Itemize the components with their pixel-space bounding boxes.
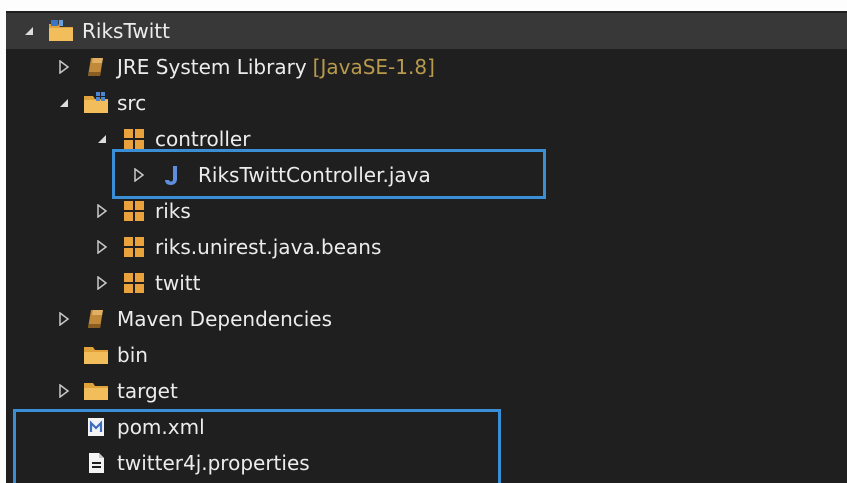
package-icon xyxy=(121,121,147,157)
expand-icon[interactable] xyxy=(130,157,148,193)
twitter4j-properties-label: twitter4j.properties xyxy=(117,451,310,475)
package-icon xyxy=(121,265,147,301)
bin-label: bin xyxy=(117,343,148,367)
jre-version-decoration: [JavaSE-1.8] xyxy=(312,55,435,79)
tree-row-twitt[interactable]: twitt xyxy=(6,265,847,301)
project-tree: RiksTwitt JRE System Library [JavaSE-1.8… xyxy=(6,11,847,483)
tree-row-maven-dependencies[interactable]: Maven Dependencies xyxy=(6,301,847,337)
java-file-icon xyxy=(158,157,184,193)
folder-icon xyxy=(83,373,109,409)
project-name: RiksTwitt xyxy=(82,19,170,43)
text-file-icon xyxy=(83,445,109,481)
tree-row-riks[interactable]: riks xyxy=(6,193,847,229)
controller-file-label: RiksTwittController.java xyxy=(198,163,431,187)
collapse-icon[interactable] xyxy=(20,13,38,49)
package-icon xyxy=(121,193,147,229)
tree-row-bin[interactable]: bin xyxy=(6,337,847,373)
expand-icon[interactable] xyxy=(55,49,73,85)
project-folder-icon xyxy=(48,13,74,49)
library-jar-icon xyxy=(83,301,109,337)
expand-icon[interactable] xyxy=(93,265,111,301)
tree-row-jre-library[interactable]: JRE System Library [JavaSE-1.8] xyxy=(6,49,847,85)
src-label: src xyxy=(117,91,147,115)
jre-library-label: JRE System Library xyxy=(117,55,307,79)
tree-row-pom-xml[interactable]: pom.xml xyxy=(6,409,847,445)
tree-row-target[interactable]: target xyxy=(6,373,847,409)
package-explorer: RiksTwitt JRE System Library [JavaSE-1.8… xyxy=(0,0,847,483)
tree-row-src[interactable]: src xyxy=(6,85,847,121)
beans-package-label: riks.unirest.java.beans xyxy=(155,235,382,259)
tree-row-riksTwitt[interactable]: RiksTwitt xyxy=(6,13,847,49)
expand-icon[interactable] xyxy=(55,373,73,409)
controller-label: controller xyxy=(155,127,251,151)
expand-icon[interactable] xyxy=(93,229,111,265)
tree-row-controller[interactable]: controller xyxy=(6,121,847,157)
source-folder-icon xyxy=(83,85,109,121)
twitt-label: twitt xyxy=(155,271,201,295)
folder-icon xyxy=(83,337,109,373)
tree-row-twitter4j-properties[interactable]: twitter4j.properties xyxy=(6,445,847,481)
pom-xml-label: pom.xml xyxy=(117,415,205,439)
riks-label: riks xyxy=(155,199,191,223)
expand-icon[interactable] xyxy=(93,193,111,229)
library-jar-icon xyxy=(83,49,109,85)
maven-file-icon xyxy=(83,409,109,445)
tree-row-riks-twitt-controller[interactable]: RiksTwittController.java xyxy=(6,157,847,193)
tree-row-riks-unirest-java-beans[interactable]: riks.unirest.java.beans xyxy=(6,229,847,265)
maven-dependencies-label: Maven Dependencies xyxy=(117,307,333,331)
target-label: target xyxy=(117,379,178,403)
package-icon xyxy=(121,229,147,265)
collapse-icon[interactable] xyxy=(55,85,73,121)
expand-icon[interactable] xyxy=(55,301,73,337)
collapse-icon[interactable] xyxy=(93,121,111,157)
